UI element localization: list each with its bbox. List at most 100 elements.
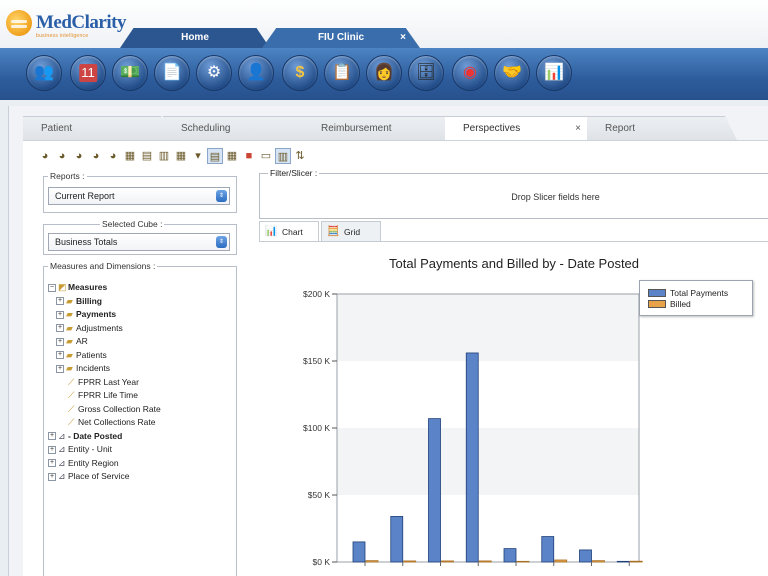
tab-fiu-clinic[interactable]: FIU Clinic × [262, 28, 420, 48]
grid-rows-icon[interactable]: ▤ [139, 148, 155, 164]
tree-node-entity-region[interactable]: + ⊿ Entity Region [48, 457, 234, 471]
tree-node-place-of-service[interactable]: + ⊿ Place of Service [48, 470, 234, 484]
grid-icon[interactable]: ▦ [122, 148, 138, 164]
chart-toggle-icon[interactable]: ▥ [275, 148, 291, 164]
chart-type-icon[interactable]: ▭ [258, 148, 274, 164]
tree-node-fprr-last-year[interactable]: ⟋ FPRR Last Year [48, 376, 234, 390]
sort-icon[interactable]: ⇅ [292, 148, 308, 164]
tab-scheduling[interactable]: Scheduling [163, 116, 315, 140]
staff-icon[interactable]: 👩 [366, 55, 402, 91]
tree-node-net-collections-rate[interactable]: ⟋ Net Collections Rate [48, 416, 234, 430]
tree-node-billing[interactable]: + ▰ Billing [48, 295, 234, 309]
expand-icon[interactable]: + [48, 445, 56, 454]
users-icon[interactable]: 👥 [26, 55, 62, 91]
close-icon[interactable]: × [400, 28, 406, 48]
cube-export-icon[interactable]: ◕ [105, 148, 121, 164]
tree-label: Incidents [76, 363, 111, 373]
tree-node-gross-collection-rate[interactable]: ⟋ Gross Collection Rate [48, 403, 234, 417]
bar-billed [592, 560, 605, 563]
cube-select[interactable]: Business Totals ⇕ [48, 233, 230, 251]
legend-label: Billed [670, 299, 691, 309]
measures-legend: Measures and Dimensions : [50, 261, 156, 271]
dashboard-icon[interactable]: ◉ [452, 55, 488, 91]
cabinet-icon[interactable]: 🗄 [408, 55, 444, 91]
tab-report[interactable]: Report [587, 116, 737, 140]
ruler-icon: ⟋ [68, 390, 75, 400]
cube-open-icon[interactable]: ◕ [54, 148, 70, 164]
tree-node-date-posted[interactable]: + ⊿ - Date Posted [48, 430, 234, 444]
tab-grid[interactable]: 🧮 Grid [321, 221, 381, 241]
bar-total-payments [503, 548, 517, 563]
money-icon[interactable]: 💵 [112, 55, 148, 91]
collapse-icon[interactable]: − [48, 283, 56, 292]
layout-active-icon[interactable]: ▤ [207, 148, 223, 164]
bar-billed [629, 560, 643, 563]
color-dropdown-icon[interactable]: ■ [241, 148, 257, 164]
tree-node-adjustments[interactable]: + ▰ Adjustments [48, 322, 234, 336]
tree-node-incidents[interactable]: + ▰ Incidents [48, 362, 234, 376]
tree-node-fprr-life-time[interactable]: ⟋ FPRR Life Time [48, 389, 234, 403]
handshake-icon[interactable]: 🤝 [494, 55, 530, 91]
y-tick-label: $200 K [303, 289, 330, 299]
close-icon[interactable]: × [575, 117, 581, 140]
grid-totals-icon[interactable]: ▦ [173, 148, 189, 164]
expand-icon[interactable]: + [56, 310, 64, 319]
expand-icon[interactable]: + [48, 432, 56, 441]
plot-band [337, 361, 639, 428]
calendar-icon[interactable]: 11 [70, 55, 106, 91]
tree-node-measures[interactable]: − ◩Measures [48, 281, 234, 295]
expand-icon[interactable]: + [56, 351, 64, 360]
cube-refresh-icon[interactable]: ◕ [88, 148, 104, 164]
tree-node-patients[interactable]: + ▰ Patients [48, 349, 234, 363]
expand-icon[interactable]: + [56, 297, 64, 306]
tree-label: Billing [76, 295, 102, 306]
workspace: Patient Scheduling Reimbursement Perspec… [8, 106, 768, 576]
tab-chart[interactable]: 📊 Chart [259, 221, 319, 241]
expand-icon[interactable]: + [48, 459, 56, 468]
expand-icon[interactable]: + [56, 324, 64, 333]
tree-label: FPRR Last Year [78, 376, 139, 387]
cube-save-icon[interactable]: ◕ [71, 148, 87, 164]
tree-label: Net Collections Rate [78, 417, 156, 427]
tree-node-ar[interactable]: + ▰ AR [48, 335, 234, 349]
grid-cols-icon[interactable]: ▥ [156, 148, 172, 164]
tab-fiu-clinic-label: FIU Clinic [317, 32, 365, 43]
layout-dropdown-icon[interactable]: ▾ [190, 148, 206, 164]
cube-icon[interactable]: ◕ [37, 148, 53, 164]
plot-band [337, 294, 639, 361]
folder-icon: ▰ [66, 336, 73, 346]
tab-perspectives[interactable]: Perspectives × [445, 116, 605, 140]
checklist-icon[interactable]: 📋 [324, 55, 360, 91]
settings-icon[interactable]: ⚙ [196, 55, 232, 91]
measure-folder-icon: ◩ [58, 282, 67, 292]
claims-icon[interactable]: 📄 [154, 55, 190, 91]
tab-patient[interactable]: Patient [23, 116, 173, 140]
perspectives-panel: ◕ ◕ ◕ ◕ ◕ ▦ ▤ ▥ ▦ ▾ ▤ ▦ ■ ▭ ▥ ⇅ Reports … [23, 140, 768, 576]
bar-total-payments [352, 541, 366, 563]
slicer-dropzone[interactable]: Filter/Slicer : Drop Slicer fields here [259, 168, 768, 219]
bar-total-payments [428, 418, 441, 563]
user-icon[interactable]: 👤 [238, 55, 274, 91]
slicer-label: Filter/Slicer : [268, 168, 320, 178]
medclarity-logo[interactable]: MedClarity business intelligence [6, 8, 126, 40]
logo-tagline: business intelligence [36, 33, 89, 39]
bar-billed [516, 560, 530, 563]
bar-chart-icon[interactable]: 📊 [536, 55, 572, 91]
dimension-icon: ⊿ [58, 444, 66, 454]
dollar-icon[interactable]: $ [282, 55, 318, 91]
tree-node-entity-unit[interactable]: + ⊿ Entity - Unit [48, 443, 234, 457]
expand-icon[interactable]: + [48, 472, 56, 481]
report-select[interactable]: Current Report ⇕ [48, 187, 230, 205]
expand-icon[interactable]: + [56, 364, 64, 373]
expand-icon[interactable]: + [56, 337, 64, 346]
tree-node-payments[interactable]: + ▰ Payments [48, 308, 234, 322]
bar-billed [365, 560, 379, 563]
tab-reimbursement[interactable]: Reimbursement [303, 116, 463, 140]
bar-total-payments [390, 516, 404, 563]
bar-chart-icon: 📊 [265, 226, 278, 237]
chevron-updown-icon[interactable]: ⇕ [216, 190, 227, 202]
tab-home[interactable]: Home [120, 28, 270, 48]
folder-icon: ▰ [66, 363, 73, 373]
chevron-updown-icon[interactable]: ⇕ [216, 236, 227, 248]
table-icon[interactable]: ▦ [224, 148, 240, 164]
